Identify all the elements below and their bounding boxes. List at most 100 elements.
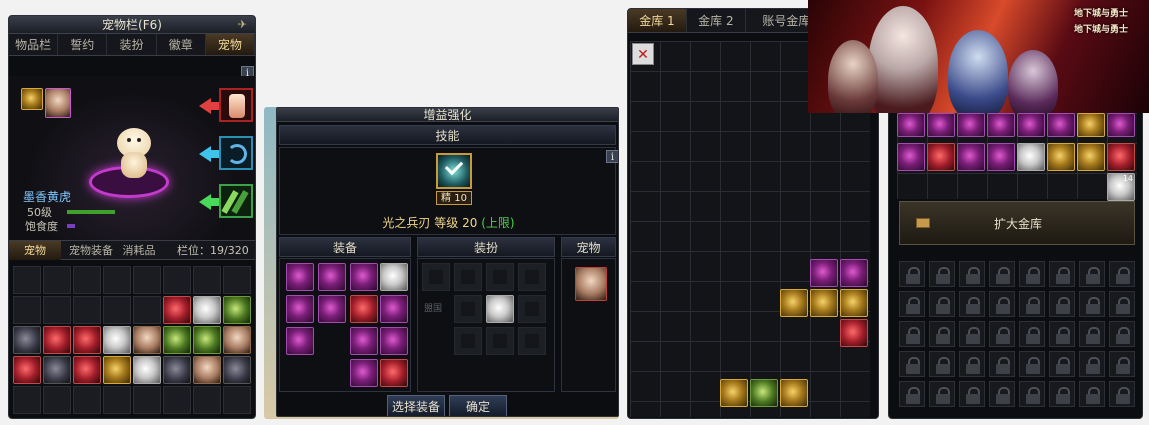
empty-slot[interactable] xyxy=(43,266,71,294)
equip-item[interactable] xyxy=(350,327,378,355)
equip-item[interactable] xyxy=(286,295,314,323)
skill-info-button[interactable]: i xyxy=(606,150,618,163)
pet-item[interactable] xyxy=(223,356,251,384)
stack-item[interactable]: 14 xyxy=(1107,173,1135,201)
pet-item[interactable] xyxy=(43,326,71,354)
pet-item[interactable] xyxy=(163,296,191,324)
empty-slot[interactable] xyxy=(73,386,101,414)
tab-vault-1[interactable]: 金库 1 xyxy=(628,9,687,32)
pet-item[interactable] xyxy=(133,326,161,354)
vault-item[interactable] xyxy=(750,379,778,407)
vault-item[interactable] xyxy=(1107,143,1135,171)
tab-vow[interactable]: 誓约 xyxy=(58,34,108,55)
tab-pet[interactable]: 宠物 xyxy=(205,34,255,55)
pet-item[interactable] xyxy=(43,356,71,384)
vault-item[interactable] xyxy=(957,113,985,137)
pet-equip-slot-green[interactable] xyxy=(219,184,253,218)
empty-slot[interactable] xyxy=(486,263,514,291)
empty-slot[interactable] xyxy=(422,263,450,291)
pet-item[interactable] xyxy=(103,326,131,354)
empty-slot[interactable] xyxy=(133,266,161,294)
empty-slot[interactable] xyxy=(518,327,546,355)
pet-item[interactable] xyxy=(193,326,221,354)
pet-item[interactable] xyxy=(73,326,101,354)
pet-item[interactable] xyxy=(73,356,101,384)
empty-slot[interactable] xyxy=(103,266,131,294)
vault-item[interactable] xyxy=(1107,113,1135,137)
pet-equip-slot-red[interactable] xyxy=(219,88,253,122)
empty-slot[interactable] xyxy=(73,266,101,294)
buff-window-titlebar[interactable]: 增益强化 xyxy=(277,108,618,122)
tab-emblem[interactable]: 徽章 xyxy=(157,34,206,55)
pet-item[interactable] xyxy=(13,356,41,384)
empty-slot[interactable] xyxy=(454,327,482,355)
empty-slot[interactable] xyxy=(193,386,221,414)
vault-item[interactable] xyxy=(1077,113,1105,137)
confirm-button[interactable]: 确定 xyxy=(449,395,507,416)
pet-item[interactable] xyxy=(103,356,131,384)
equip-item[interactable] xyxy=(350,359,378,387)
vault-item[interactable] xyxy=(1077,143,1105,171)
tab-consumables[interactable]: 消耗品 xyxy=(119,241,159,260)
empty-slot[interactable] xyxy=(163,386,191,414)
pet-item[interactable] xyxy=(223,326,251,354)
close-icon[interactable]: ✕ xyxy=(632,43,654,65)
empty-slot[interactable] xyxy=(223,266,251,294)
pet-egg-slot[interactable] xyxy=(21,88,43,110)
vault-item[interactable] xyxy=(780,379,808,407)
vault-item[interactable] xyxy=(897,143,925,171)
equip-item[interactable] xyxy=(350,263,378,291)
empty-slot[interactable] xyxy=(103,296,131,324)
pet-item[interactable] xyxy=(193,296,221,324)
empty-slot[interactable] xyxy=(223,386,251,414)
vault-item[interactable] xyxy=(840,259,868,287)
tab-pets[interactable]: 宠物 xyxy=(9,241,61,260)
vault-item[interactable] xyxy=(927,113,955,137)
empty-slot[interactable] xyxy=(163,266,191,294)
empty-slot[interactable] xyxy=(13,386,41,414)
pet-item[interactable] xyxy=(163,326,191,354)
vault-item[interactable] xyxy=(810,259,838,287)
vault-item[interactable] xyxy=(1047,143,1075,171)
vault-item[interactable] xyxy=(1047,113,1075,137)
tab-inventory[interactable]: 物品栏 xyxy=(9,34,59,55)
empty-slot[interactable] xyxy=(43,386,71,414)
equip-item[interactable] xyxy=(380,327,408,355)
empty-slot[interactable] xyxy=(454,263,482,291)
equip-item[interactable] xyxy=(380,359,408,387)
skill-icon[interactable] xyxy=(436,153,472,189)
pin-icon[interactable]: ✈ xyxy=(238,16,247,34)
vault-item[interactable] xyxy=(1017,143,1045,171)
vault-item[interactable] xyxy=(927,143,955,171)
vault-item[interactable] xyxy=(810,289,838,317)
empty-slot[interactable] xyxy=(133,386,161,414)
pet-item[interactable] xyxy=(133,356,161,384)
empty-slot[interactable] xyxy=(43,296,71,324)
tab-pet-equipment[interactable]: 宠物装备 xyxy=(63,241,119,260)
tab-costume[interactable]: 装扮 xyxy=(107,34,157,55)
vault-item[interactable] xyxy=(987,113,1015,137)
vault-item[interactable] xyxy=(987,143,1015,171)
empty-slot[interactable] xyxy=(73,296,101,324)
equip-item[interactable] xyxy=(286,263,314,291)
empty-slot[interactable] xyxy=(133,296,161,324)
pet-item[interactable] xyxy=(163,356,191,384)
vault-item[interactable] xyxy=(957,143,985,171)
costume-item[interactable] xyxy=(486,295,514,323)
vault-item[interactable] xyxy=(720,379,748,407)
select-equipment-button[interactable]: 选择装备 xyxy=(387,395,445,416)
empty-slot[interactable] xyxy=(103,386,131,414)
equip-item[interactable] xyxy=(350,295,378,323)
vault-item[interactable] xyxy=(780,289,808,317)
vault-item[interactable] xyxy=(1017,113,1045,137)
vault-item[interactable] xyxy=(897,113,925,137)
pet-equip-slot-blue[interactable] xyxy=(219,136,253,170)
empty-slot[interactable] xyxy=(13,266,41,294)
tab-vault-2[interactable]: 金库 2 xyxy=(687,9,746,32)
equip-item[interactable] xyxy=(380,263,408,291)
empty-slot[interactable] xyxy=(193,266,221,294)
expand-vault-button[interactable]: 扩大金库 xyxy=(899,201,1135,245)
pet-window-titlebar[interactable]: 宠物栏(F6) ✈ xyxy=(9,16,255,34)
pet-item[interactable] xyxy=(223,296,251,324)
pet-item[interactable] xyxy=(13,326,41,354)
